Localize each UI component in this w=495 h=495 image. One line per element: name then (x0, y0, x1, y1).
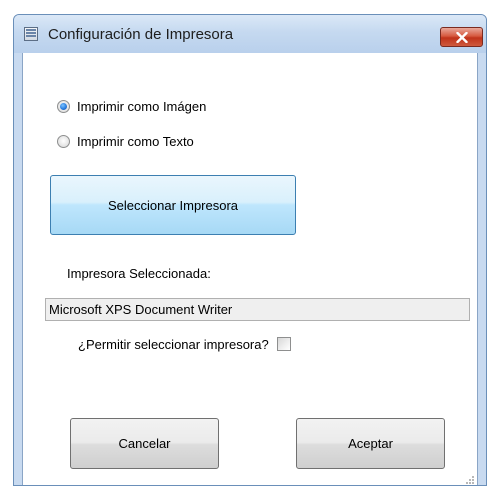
title-bar[interactable]: Configuración de Impresora (14, 15, 486, 53)
close-x-icon (456, 32, 468, 43)
allow-select-printer-checkbox[interactable] (276, 337, 291, 351)
close-button[interactable] (440, 27, 483, 47)
radio-button-unselected[interactable] (57, 134, 70, 148)
radio-button-selected[interactable] (57, 99, 70, 113)
cancel-button[interactable]: Cancelar (70, 418, 219, 469)
accept-button[interactable]: Aceptar (296, 418, 445, 469)
radio-print-as-text[interactable]: Imprimir como Texto (57, 132, 194, 150)
selected-printer-field: Microsoft XPS Document Writer (45, 298, 470, 321)
window-title: Configuración de Impresora (48, 26, 234, 43)
resize-grip[interactable] (464, 474, 474, 484)
allow-select-printer-row[interactable]: ¿Permitir seleccionar impresora? (78, 334, 291, 354)
dialog-body: Imprimir como Imágen Imprimir como Texto… (22, 53, 478, 485)
selected-printer-label: Impresora Seleccionada: (67, 266, 211, 281)
radio-print-as-image-label: Imprimir como Imágen (77, 98, 207, 114)
printer-config-dialog: Configuración de Impresora Imprimir como… (13, 14, 487, 486)
allow-select-printer-label: ¿Permitir seleccionar impresora? (78, 336, 269, 352)
select-printer-button[interactable]: Seleccionar Impresora (50, 175, 296, 235)
radio-print-as-text-label: Imprimir como Texto (77, 133, 194, 149)
printer-config-app-icon (24, 27, 38, 41)
radio-print-as-image[interactable]: Imprimir como Imágen (57, 97, 206, 115)
